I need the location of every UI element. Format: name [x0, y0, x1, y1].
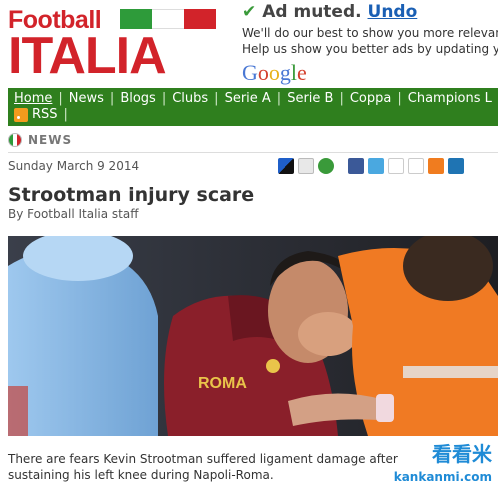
nav-item-news[interactable]: News: [69, 91, 104, 106]
article-date: Sunday March 9 2014: [8, 159, 140, 173]
ad-muted-panel: ✔ Ad muted. Undo We'll do our best to sho…: [240, 2, 498, 86]
italy-flag-icon: [120, 9, 216, 29]
yahoo-icon[interactable]: [408, 158, 424, 174]
share-bar: [278, 158, 464, 174]
logo-italia-text: ITALIA: [8, 27, 167, 85]
watermark-cn: 看看米: [432, 442, 492, 466]
delicious-icon[interactable]: [278, 158, 294, 174]
digg-icon[interactable]: [298, 158, 314, 174]
linkedin-icon[interactable]: [448, 158, 464, 174]
nav-links-row: Home | News | Blogs | Clubs | Serie A | Serie B | Co…: [14, 91, 492, 106]
nav-item-rss[interactable]: RSS: [32, 107, 58, 122]
google-icon[interactable]: [388, 158, 404, 174]
checkmark-icon: ✔: [242, 2, 257, 22]
nav-rss-row: RSS |: [14, 107, 68, 122]
article-title: Strootman injury scare: [8, 184, 255, 206]
ad-muted-label: Ad muted.: [262, 2, 362, 22]
article-byline: By Football Italia staff: [8, 207, 139, 221]
google-logo: Google: [242, 60, 307, 85]
rss-icon[interactable]: [14, 107, 28, 122]
facebook-icon[interactable]: [348, 158, 364, 174]
nav-item-coppa[interactable]: Coppa: [350, 91, 392, 106]
nav-item-serie-a[interactable]: Serie A: [225, 91, 271, 106]
ad-muted-heading: ✔ Ad muted. Undo: [242, 2, 417, 22]
nav-item-clubs[interactable]: Clubs: [172, 91, 208, 106]
site-watermark: 看看米 kankanmi.com: [394, 438, 496, 488]
watermark-url: kankanmi.com: [393, 470, 492, 484]
nav-item-champions-league[interactable]: Champions L: [408, 91, 492, 106]
divider: [8, 152, 498, 153]
nav-item-blogs[interactable]: Blogs: [120, 91, 156, 106]
italy-badge-icon: [8, 133, 22, 147]
main-nav: Home | News | Blogs | Clubs | Serie A | Serie B | Co…: [8, 88, 498, 126]
nav-item-serie-b[interactable]: Serie B: [287, 91, 333, 106]
ad-message-line2[interactable]: Help us show you better ads by updating …: [242, 42, 498, 56]
nav-item-home[interactable]: Home: [14, 91, 52, 106]
twitter-icon[interactable]: [368, 158, 384, 174]
section-label-text: NEWS: [28, 133, 73, 147]
article-photo: ROMA: [8, 236, 498, 436]
stumbleupon-icon[interactable]: [318, 158, 334, 174]
jersey-text: ROMA: [198, 375, 247, 392]
undo-link[interactable]: Undo: [368, 2, 418, 22]
blogger-icon[interactable]: [428, 158, 444, 174]
section-label: NEWS: [8, 133, 72, 147]
site-logo[interactable]: Football ITALIA: [8, 6, 218, 84]
ad-message-line1: We'll do our best to show you more relev…: [242, 26, 498, 40]
photo-illustration: ROMA: [8, 236, 498, 436]
article-caption: There are fears Kevin Strootman suffered…: [8, 452, 398, 482]
